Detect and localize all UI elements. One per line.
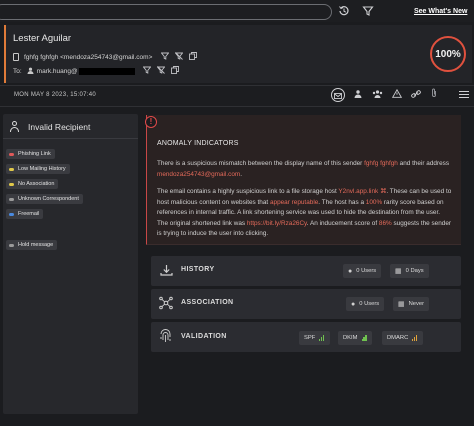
calendar-icon: ▦ (398, 301, 405, 308)
search-input[interactable] (0, 4, 332, 20)
tag-phishing-link[interactable]: Phishing Link (6, 149, 55, 159)
dkim-pill: DKIM (338, 331, 373, 345)
tag-dot (9, 197, 14, 201)
group-icon[interactable] (370, 88, 384, 102)
dmarc-pill: DMARC (382, 331, 424, 345)
tag-dot (9, 243, 14, 247)
threat-score: 100% (435, 48, 461, 60)
fingerprint-icon (159, 329, 172, 346)
anomaly-title: ANOMALY INDICATORS (157, 140, 239, 147)
inducement-score: 86% (378, 219, 392, 227)
association-label: ASSOCIATION (181, 299, 234, 306)
whats-new-link[interactable]: See What's New (414, 8, 467, 15)
tag-dot (9, 182, 14, 186)
filter-recipient-icon[interactable] (142, 66, 152, 76)
hamburger-menu-icon[interactable] (459, 89, 469, 99)
copy-icon[interactable] (170, 66, 179, 76)
filter-icon[interactable] (362, 5, 374, 17)
association-never-pill: ▦ Never (393, 297, 430, 311)
copy-icon[interactable] (189, 52, 198, 62)
attachment-icon[interactable] (427, 88, 441, 102)
person-icon (27, 67, 34, 76)
display-name-highlight: fghfg fghfgh (364, 160, 398, 167)
sender-address-highlight: mendoza254743@gmail.com (157, 170, 241, 178)
filter-off-icon[interactable] (156, 66, 166, 76)
reputable-highlight: appear reputable (269, 198, 319, 206)
calendar-icon: ▦ (395, 268, 402, 275)
to-row: To: mark.huang@ (13, 66, 179, 76)
history-label: HISTORY (181, 266, 215, 273)
person-icon: ● (351, 300, 356, 308)
association-users-pill: ● 0 Users (346, 297, 385, 311)
link-icon[interactable] (409, 88, 423, 102)
email-date: MON MAY 8 2023, 15:07:40 (14, 92, 97, 98)
tag-dot (9, 152, 14, 156)
person-icon: ● (348, 267, 353, 275)
invalid-recipient-header: Invalid Recipient (9, 121, 90, 132)
file-host-link[interactable]: Y2nvl.app.link (338, 188, 378, 195)
envelope-icon[interactable] (331, 88, 345, 102)
recipient-panel (3, 114, 138, 414)
threat-score-ring: 100% (430, 36, 466, 72)
rarity-score: 100% (365, 198, 383, 206)
signal-bars-icon (412, 335, 418, 341)
tag-label: Phishing Link (18, 151, 51, 157)
tag-no-association[interactable]: No Association (6, 179, 59, 189)
tag-freemail[interactable]: Freemail (6, 209, 44, 219)
panel-title: Invalid Recipient (28, 121, 91, 132)
hold-message-label: Hold message (18, 242, 54, 248)
redaction-bar (78, 67, 135, 75)
tag-unknown-correspondent[interactable]: Unknown Correspondent (6, 194, 83, 204)
tag-label: No Association (18, 181, 55, 187)
tag-label: Low Mailing History (18, 166, 66, 172)
from-row: fghfg fghfgh <mendoza254743@gmail.com> (13, 52, 198, 62)
anomaly-paragraph-2: The email contains a highly suspicious l… (157, 188, 452, 237)
people-icon[interactable] (351, 88, 365, 102)
signal-bars-icon (319, 335, 325, 341)
network-icon (159, 296, 173, 312)
from-address: fghfg fghfgh <mendoza254743@gmail.com> (24, 53, 153, 61)
tag-dot (9, 212, 14, 216)
filter-sender-icon[interactable] (160, 52, 170, 62)
anomaly-paragraph-1: There is a suspicious mismatch between t… (157, 160, 450, 178)
warning-icon[interactable] (390, 88, 404, 102)
spf-pill: SPF (299, 331, 331, 345)
history-icon[interactable] (338, 5, 350, 17)
tag-low-mailing-history[interactable]: Low Mailing History (6, 164, 70, 174)
to-label: To: (13, 67, 22, 75)
tag-label: Freemail (18, 211, 40, 217)
history-icon (160, 264, 173, 278)
history-users-pill: ● 0 Users (343, 264, 382, 278)
filter-off-icon[interactable] (174, 52, 184, 62)
validation-label: VALIDATION (181, 333, 227, 340)
hold-message-button[interactable]: Hold message (6, 240, 58, 250)
history-days-pill: ▦ 0 Days (390, 264, 429, 278)
signal-bars-icon (361, 335, 368, 341)
divider (3, 138, 138, 139)
alert-icon: ! (145, 116, 157, 128)
document-icon (13, 53, 19, 61)
tag-dot (9, 167, 14, 171)
shortened-link[interactable]: https://bit.ly/Rza26Cy (247, 220, 307, 227)
user-invalid-icon (9, 121, 20, 132)
tag-label: Unknown Correspondent (18, 196, 79, 202)
sender-name: Lester Aguilar (13, 33, 72, 44)
to-address: mark.huang@ (36, 67, 78, 75)
